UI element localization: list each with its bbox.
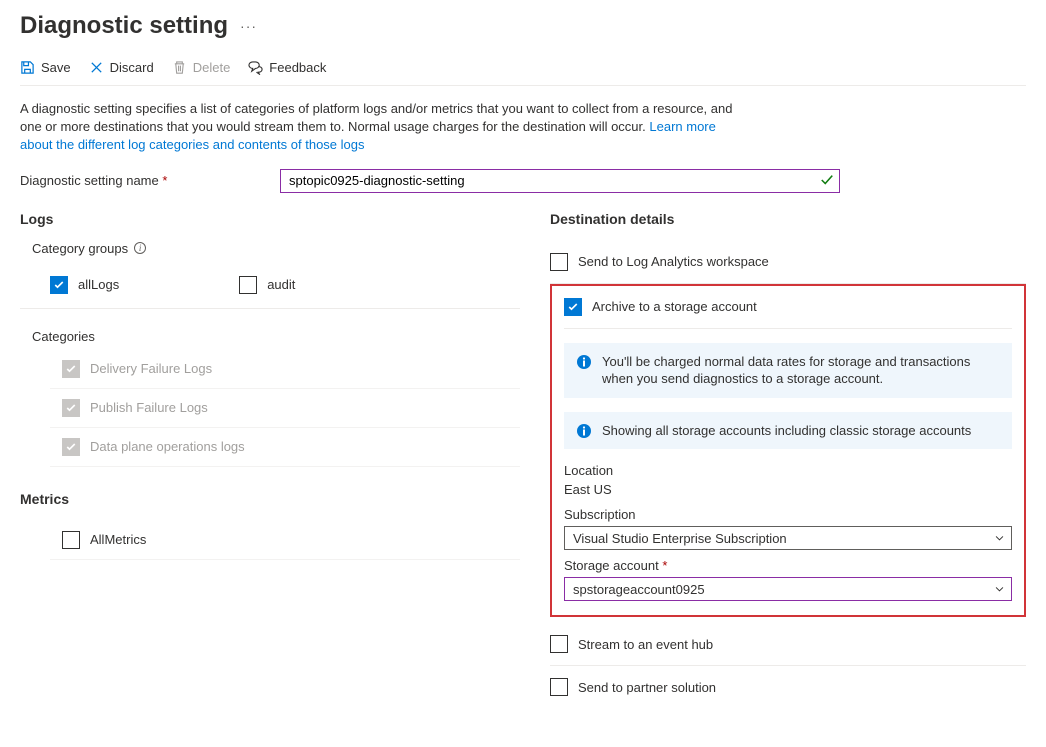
toolbar: Save Discard Delete Feedback	[20, 60, 1026, 86]
more-actions-button[interactable]: ···	[240, 18, 257, 34]
archive-storage-label: Archive to a storage account	[592, 299, 757, 314]
discard-button[interactable]: Discard	[89, 60, 154, 75]
chevron-down-icon	[994, 584, 1005, 595]
destination-section-title: Destination details	[550, 211, 1026, 227]
category-checkbox-publish	[62, 399, 80, 417]
info-banner-charges: You'll be charged normal data rates for …	[564, 343, 1012, 398]
page-title: Diagnostic setting	[20, 12, 228, 40]
setting-name-label: Diagnostic setting name *	[20, 173, 280, 188]
send-log-analytics-checkbox[interactable]	[550, 253, 568, 271]
save-label: Save	[41, 60, 71, 75]
audit-checkbox[interactable]	[239, 276, 257, 294]
delete-label: Delete	[193, 60, 231, 75]
all-metrics-checkbox[interactable]	[62, 531, 80, 549]
send-partner-label: Send to partner solution	[578, 680, 716, 695]
delete-button: Delete	[172, 60, 231, 75]
send-partner-checkbox[interactable]	[550, 678, 568, 696]
stream-event-hub-checkbox[interactable]	[550, 635, 568, 653]
feedback-button[interactable]: Feedback	[248, 60, 326, 75]
audit-label: audit	[267, 277, 295, 292]
close-icon	[89, 60, 104, 75]
discard-label: Discard	[110, 60, 154, 75]
location-label: Location	[564, 463, 1012, 478]
save-icon	[20, 60, 35, 75]
archive-storage-checkbox[interactable]	[564, 298, 582, 316]
all-logs-checkbox[interactable]	[50, 276, 68, 294]
save-button[interactable]: Save	[20, 60, 71, 75]
metrics-section-title: Metrics	[20, 491, 520, 507]
category-label: Publish Failure Logs	[90, 400, 208, 415]
subscription-select[interactable]: Visual Studio Enterprise Subscription	[564, 526, 1012, 550]
chevron-down-icon	[994, 533, 1005, 544]
category-checkbox-dataplane	[62, 438, 80, 456]
location-value: East US	[564, 482, 1012, 497]
category-label: Delivery Failure Logs	[90, 361, 212, 376]
info-circle-icon	[576, 423, 592, 439]
archive-storage-section: Archive to a storage account You'll be c…	[550, 284, 1026, 618]
info-icon[interactable]: i	[134, 242, 146, 254]
category-label: Data plane operations logs	[90, 439, 245, 454]
feedback-label: Feedback	[269, 60, 326, 75]
valid-check-icon	[820, 173, 834, 187]
info-banner-showing: Showing all storage accounts including c…	[564, 412, 1012, 450]
logs-section-title: Logs	[20, 211, 520, 227]
category-groups-label: Category groups i	[32, 241, 520, 256]
info-circle-icon	[576, 354, 592, 370]
stream-event-hub-label: Stream to an event hub	[578, 637, 713, 652]
category-checkbox-delivery	[62, 360, 80, 378]
storage-account-label: Storage account *	[564, 558, 1012, 573]
storage-account-select[interactable]: spstorageaccount0925	[564, 577, 1012, 601]
setting-name-input[interactable]	[280, 169, 840, 193]
all-metrics-label: AllMetrics	[90, 532, 146, 547]
all-logs-label: allLogs	[78, 277, 119, 292]
description-text: A diagnostic setting specifies a list of…	[20, 100, 740, 155]
feedback-icon	[248, 60, 263, 75]
send-log-analytics-label: Send to Log Analytics workspace	[578, 254, 769, 269]
delete-icon	[172, 60, 187, 75]
subscription-label: Subscription	[564, 507, 1012, 522]
categories-label: Categories	[32, 329, 520, 344]
